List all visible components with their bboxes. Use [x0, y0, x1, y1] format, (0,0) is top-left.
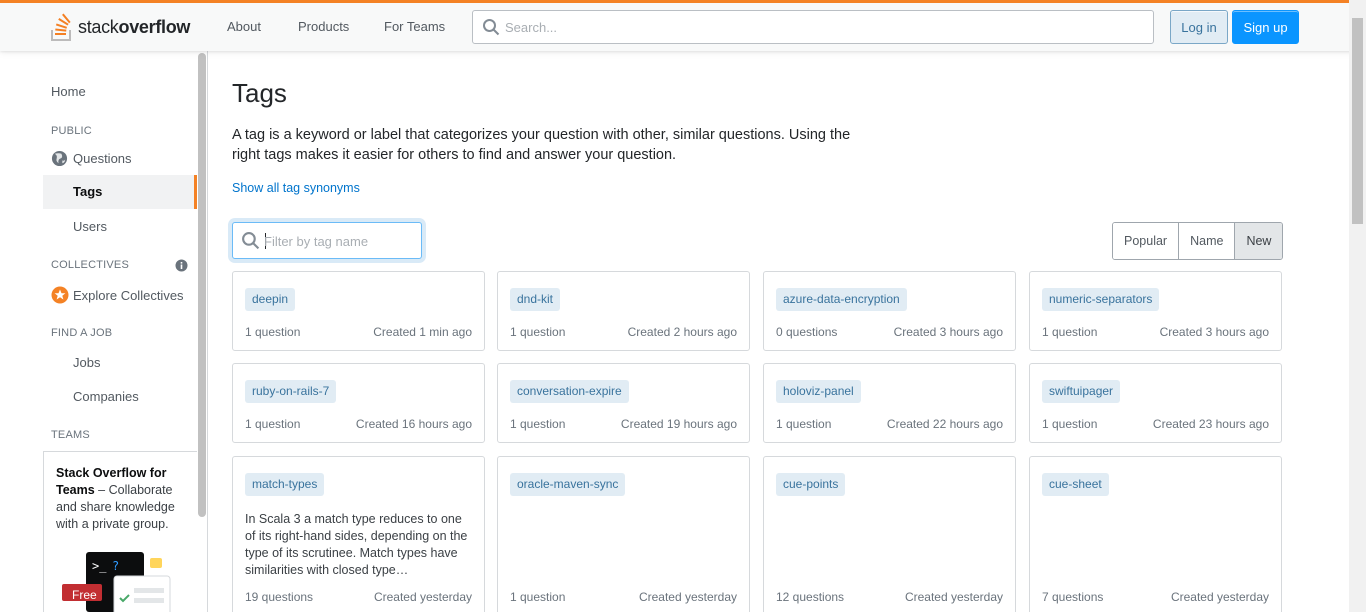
tag-card: azure-data-encryption 0 questions Create… [763, 271, 1016, 351]
sidebar-item-questions[interactable]: Questions [51, 150, 132, 167]
show-tag-synonyms-link[interactable]: Show all tag synonyms [232, 181, 360, 195]
sidebar-item-explore-label: Explore Collectives [73, 287, 184, 303]
tag-created-date: Created 3 hours ago [1159, 325, 1269, 339]
teams-promo[interactable]: Stack Overflow for Teams – Collaborate a… [43, 451, 197, 612]
tag-question-count: 1 question [245, 417, 301, 431]
tag-created-date: Created yesterday [373, 590, 472, 604]
logo-text: stackoverflow [78, 16, 191, 37]
tag-link[interactable]: cue-points [776, 473, 846, 496]
stack-logo-icon [51, 13, 71, 41]
sort-new-button[interactable]: New [1235, 223, 1283, 259]
sort-name-button[interactable]: Name [1179, 223, 1236, 259]
tag-link[interactable]: oracle-maven-sync [510, 473, 626, 496]
tag-question-count: 0 questions [776, 325, 838, 339]
tag-link[interactable]: holoviz-panel [776, 380, 861, 403]
tag-question-count: 1 question [510, 325, 566, 339]
nav-products[interactable]: Products [298, 19, 349, 34]
sidebar-item-tags[interactable]: Tags [43, 175, 197, 209]
search-box[interactable] [472, 10, 1154, 44]
tag-card: match-types In Scala 3 a match type redu… [232, 456, 485, 612]
tag-created-date: Created 22 hours ago [886, 417, 1003, 431]
sidebar-item-jobs[interactable]: Jobs [73, 355, 100, 370]
tag-card: oracle-maven-sync 1 question Created yes… [497, 456, 750, 612]
tag-created-date: Created 1 min ago [373, 325, 472, 339]
nav-about[interactable]: About [227, 19, 261, 34]
tag-question-count: 1 question [1042, 417, 1098, 431]
sidebar-item-explore-collectives[interactable]: Explore Collectives [51, 286, 184, 304]
sidebar-heading-collectives: COLLECTIVES [51, 259, 130, 271]
nav-for-teams[interactable]: For Teams [384, 19, 445, 34]
stackoverflow-logo[interactable]: stackoverflow [50, 11, 200, 43]
signup-button[interactable]: Sign up [1232, 10, 1299, 44]
tag-card: numeric-separators 1 question Created 3 … [1029, 271, 1282, 351]
sidebar-scrollbar[interactable] [197, 51, 208, 612]
tag-link[interactable]: swiftuipager [1042, 380, 1121, 403]
tag-created-date: Created 3 hours ago [893, 325, 1003, 339]
tag-card: swiftuipager 1 question Created 23 hours… [1029, 363, 1282, 443]
search-input[interactable] [505, 17, 1105, 37]
tag-question-count: 1 question [510, 417, 566, 431]
free-badge: Free [72, 588, 97, 602]
tag-card: cue-points 12 questions Created yesterda… [763, 456, 1016, 612]
tag-created-date: Created 2 hours ago [627, 325, 737, 339]
info-icon[interactable] [175, 259, 188, 272]
sort-popular-button[interactable]: Popular [1113, 223, 1180, 259]
tag-link[interactable]: cue-sheet [1042, 473, 1109, 496]
tag-link[interactable]: conversation-expire [510, 380, 629, 403]
tag-card: holoviz-panel 1 question Created 22 hour… [763, 363, 1016, 443]
sort-tabs: Popular Name New [1112, 222, 1284, 260]
sidebar-heading-teams: TEAMS [51, 429, 90, 441]
tag-created-date: Created yesterday [638, 590, 737, 604]
tag-question-count: 1 question [245, 325, 301, 339]
tag-question-count: 1 question [1042, 325, 1098, 339]
svg-text:?: ? [112, 559, 119, 573]
login-button[interactable]: Log in [1170, 10, 1228, 44]
tag-card: ruby-on-rails-7 1 question Created 16 ho… [232, 363, 485, 443]
tag-card: cue-sheet 7 questions Created yesterday [1029, 456, 1282, 612]
page-scrollbar-thumb[interactable] [1352, 18, 1363, 224]
sidebar-item-companies[interactable]: Companies [73, 389, 139, 404]
tag-question-count: 7 questions [1042, 590, 1104, 604]
tag-excerpt: In Scala 3 a match type reduces to one o… [245, 512, 468, 577]
tag-question-count: 19 questions [245, 590, 314, 604]
page-description: A tag is a keyword or label that categor… [232, 127, 851, 163]
tag-question-count: 12 questions [776, 590, 845, 604]
tag-question-count: 1 question [510, 590, 566, 604]
globe-icon [51, 150, 68, 167]
tag-created-date: Created 19 hours ago [620, 417, 737, 431]
tag-created-date: Created 16 hours ago [355, 417, 472, 431]
tag-link[interactable]: dnd-kit [510, 288, 561, 311]
tag-filter-box[interactable] [232, 222, 422, 259]
tag-created-date: Created 23 hours ago [1152, 417, 1269, 431]
main-content: Tags A tag is a keyword or label that ca… [208, 51, 1349, 612]
tag-link[interactable]: azure-data-encryption [776, 288, 907, 311]
tag-filter-input[interactable] [264, 232, 414, 250]
sidebar-item-users[interactable]: Users [73, 219, 107, 234]
left-sidebar: Home PUBLIC Questions Tags Users COLLECT… [0, 51, 208, 612]
tag-link[interactable]: match-types [245, 473, 325, 496]
sidebar-heading-find-a-job: FIND A JOB [51, 327, 113, 339]
sidebar-item-questions-label: Questions [73, 151, 132, 166]
tag-question-count: 1 question [776, 417, 832, 431]
collectives-star-icon [51, 286, 69, 304]
tag-created-date: Created yesterday [1170, 590, 1269, 604]
page-scrollbar[interactable] [1349, 0, 1366, 612]
page-title: Tags [232, 78, 287, 108]
sidebar-heading-public: PUBLIC [51, 125, 92, 137]
search-icon [483, 19, 500, 36]
tag-link[interactable]: numeric-separators [1042, 288, 1160, 311]
search-icon [242, 232, 260, 250]
tag-link[interactable]: ruby-on-rails-7 [245, 380, 337, 403]
tag-card: deepin 1 question Created 1 min ago [232, 271, 485, 351]
tag-created-date: Created yesterday [904, 590, 1003, 604]
sidebar-item-home[interactable]: Home [51, 84, 86, 99]
top-bar: stackoverflow About Products For Teams L… [0, 0, 1366, 51]
tag-card: dnd-kit 1 question Created 2 hours ago [497, 271, 750, 351]
svg-text:>_: >_ [92, 559, 107, 573]
tag-link[interactable]: deepin [245, 288, 296, 311]
tag-card: conversation-expire 1 question Created 1… [497, 363, 750, 443]
sidebar-scrollbar-thumb[interactable] [198, 53, 206, 517]
